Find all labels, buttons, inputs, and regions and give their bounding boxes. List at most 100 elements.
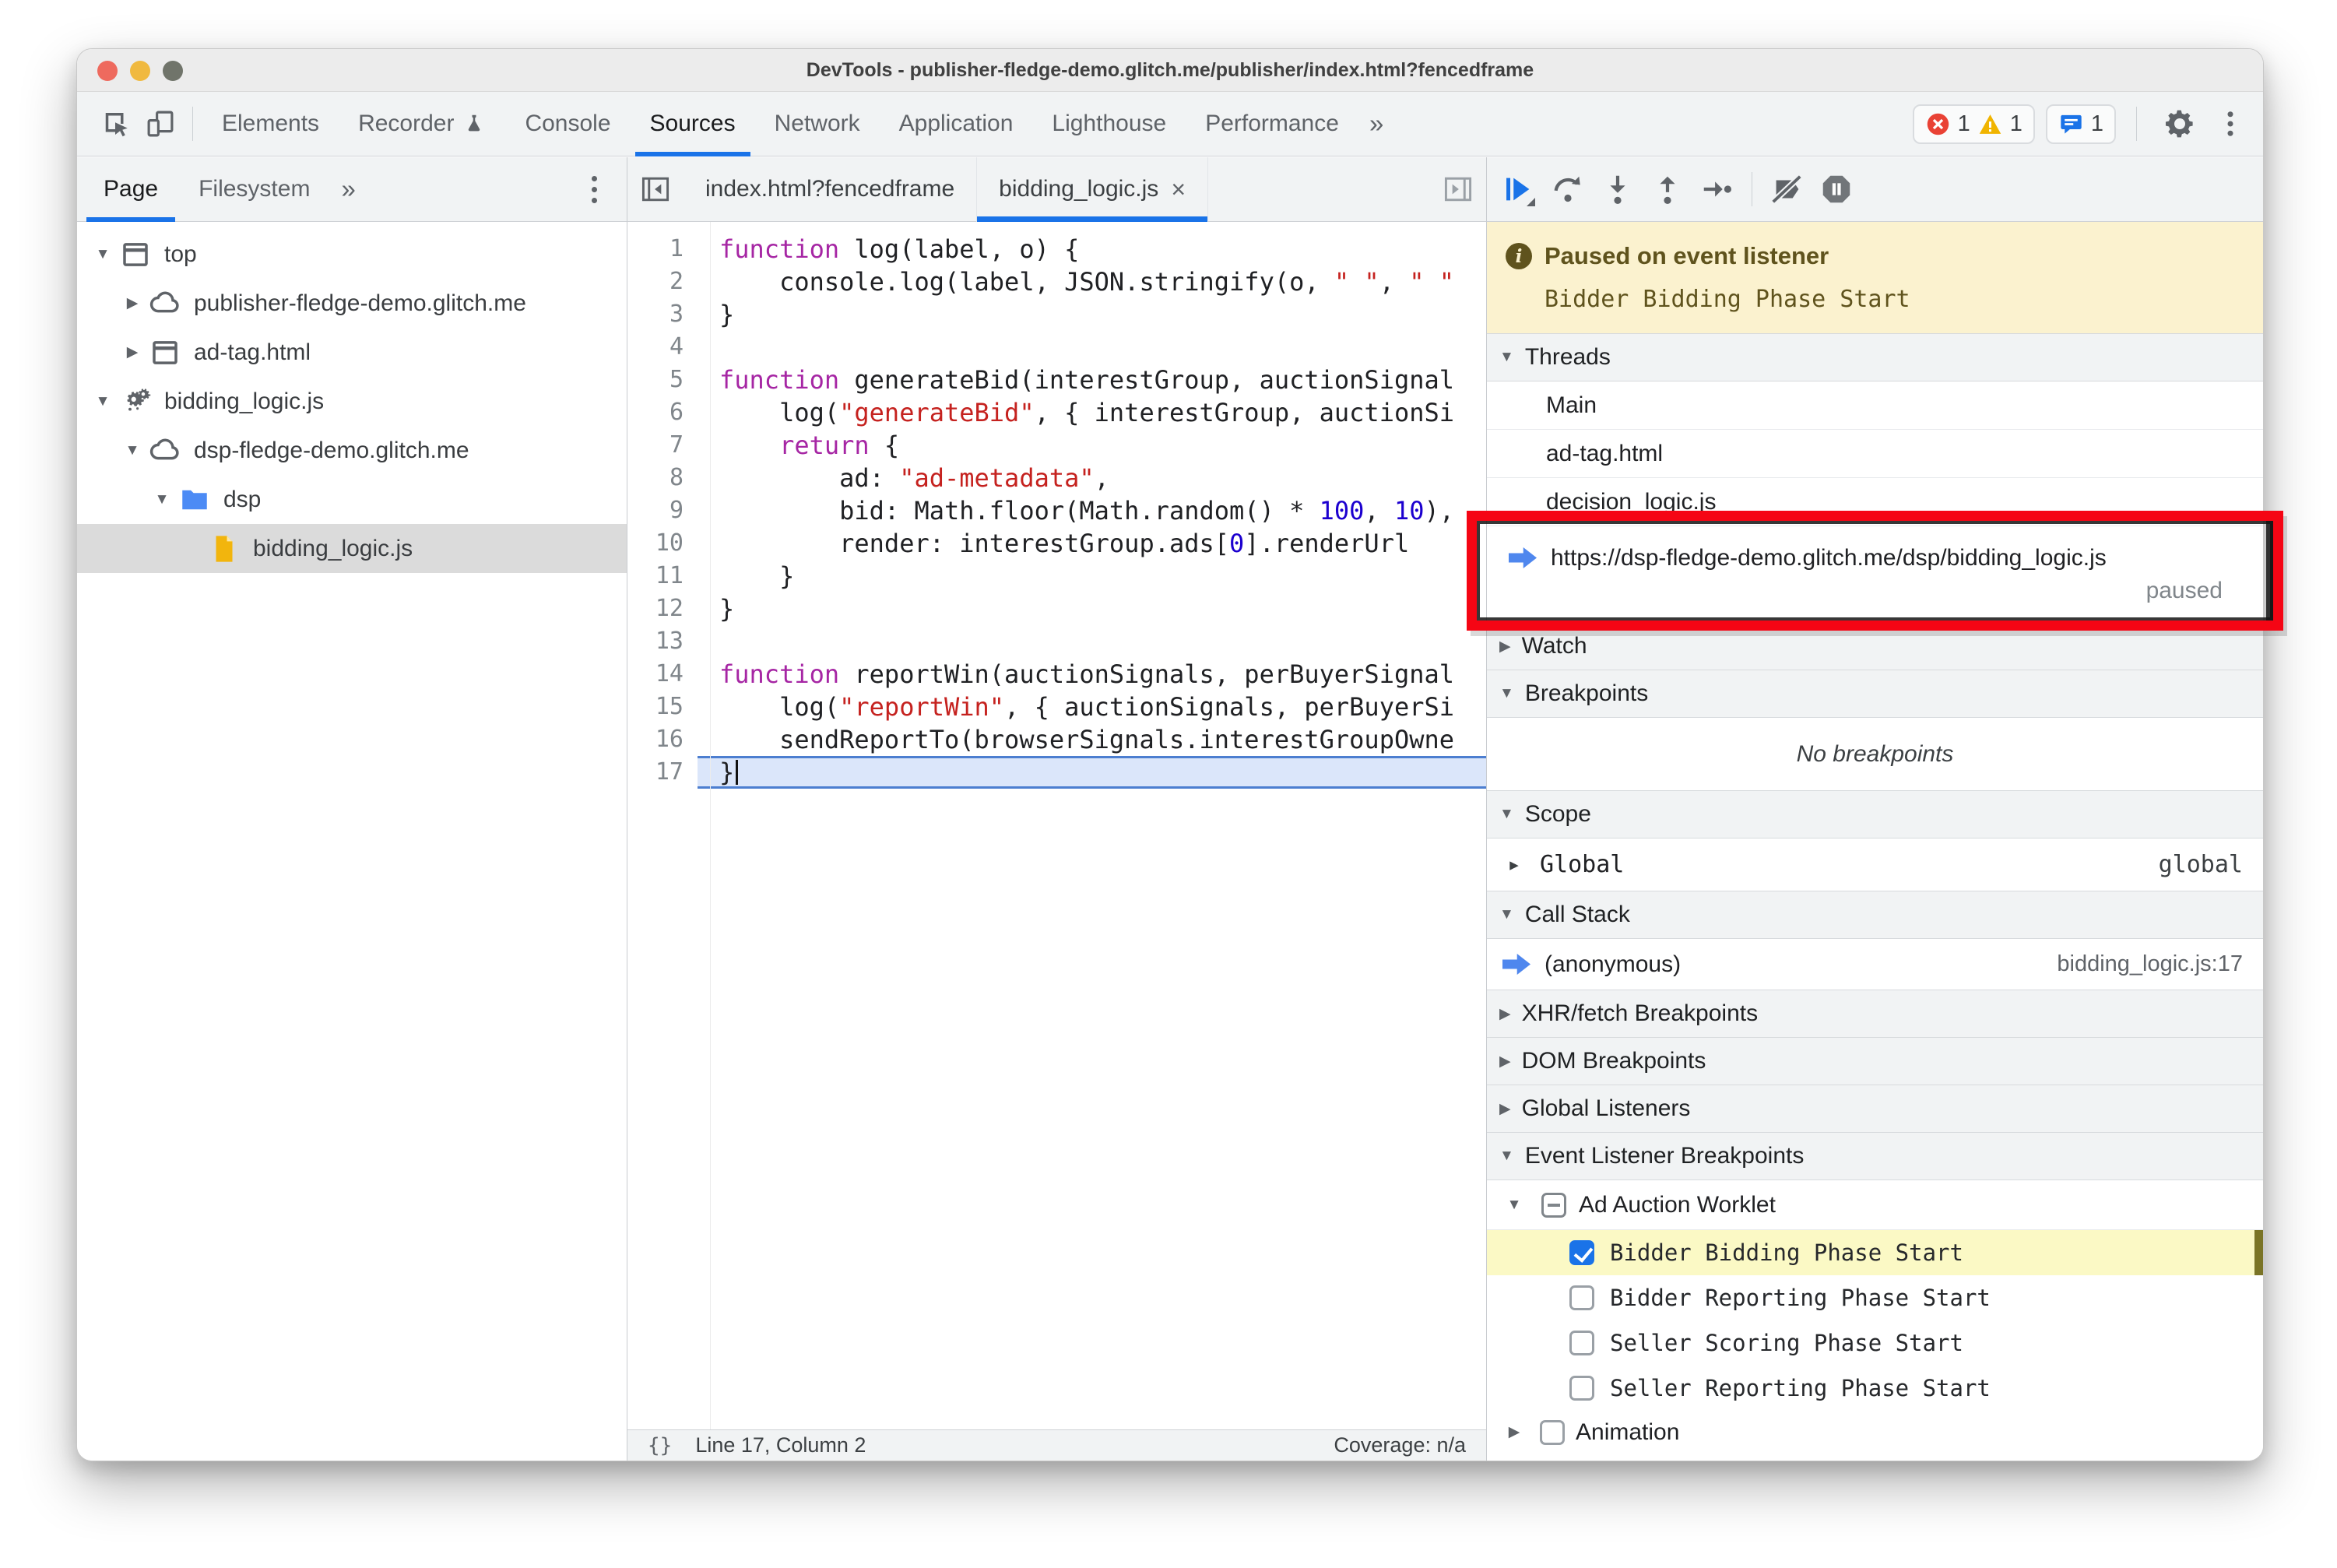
- line-number[interactable]: 14: [627, 658, 698, 691]
- panel-tab-lighthouse[interactable]: Lighthouse: [1032, 92, 1186, 156]
- line-number[interactable]: 15: [627, 691, 698, 723]
- panel-tab-console[interactable]: Console: [505, 92, 630, 156]
- threads-section-header[interactable]: ▼ Threads: [1487, 333, 2263, 381]
- panel-tab-sources[interactable]: Sources: [631, 92, 755, 156]
- tree-item-ad-tag-html[interactable]: ▶ ad-tag.html: [77, 328, 627, 377]
- breakpoint-label: Seller Reporting Phase Start: [1610, 1375, 1991, 1401]
- collapse-triangle-icon[interactable]: ▼: [118, 442, 147, 459]
- line-number[interactable]: 1: [627, 233, 698, 265]
- step-over-icon[interactable]: [1543, 164, 1593, 214]
- line-number[interactable]: 7: [627, 429, 698, 462]
- unchecked-checkbox[interactable]: [1540, 1419, 1565, 1445]
- collapse-triangle-icon[interactable]: ▼: [88, 246, 118, 263]
- scope-global-row[interactable]: ▶ Global global: [1487, 838, 2263, 891]
- watch-section-header[interactable]: ▶ Watch: [1487, 622, 2263, 670]
- breakpoints-section-header[interactable]: ▼ Breakpoints: [1487, 670, 2263, 718]
- breakpoint-seller-reporting-phase-start[interactable]: Seller Reporting Phase Start: [1487, 1366, 2263, 1411]
- line-number[interactable]: 4: [627, 331, 698, 364]
- zoom-window-button[interactable]: [163, 61, 183, 81]
- issues-badge[interactable]: 1 1: [1912, 104, 2035, 144]
- active-thread-row[interactable]: https://dsp-fledge-demo.glitch.me/dsp/bi…: [1487, 526, 2263, 623]
- panel-tab-recorder[interactable]: Recorder: [339, 92, 505, 156]
- checked-checkbox[interactable]: [1569, 1240, 1594, 1265]
- more-panels-chevron[interactable]: »: [1358, 109, 1394, 139]
- event-listener-breakpoints-section-header[interactable]: ▼ Event Listener Breakpoints: [1487, 1132, 2263, 1180]
- ad-auction-worklet-row[interactable]: ▼ Ad Auction Worklet: [1487, 1180, 2263, 1230]
- tab-filesystem[interactable]: Filesystem: [178, 157, 330, 222]
- tree-item-bidding-logic-js[interactable]: ▼ bidding_logic.js: [77, 377, 627, 426]
- indeterminate-checkbox[interactable]: [1541, 1192, 1566, 1218]
- line-number[interactable]: 16: [627, 723, 698, 756]
- device-toolbar-icon[interactable]: [138, 101, 183, 146]
- highlight-edge-bar: [2254, 1230, 2263, 1275]
- minimize-window-button[interactable]: [130, 61, 150, 81]
- line-number[interactable]: 17: [627, 756, 698, 789]
- inspect-element-icon[interactable]: [93, 101, 138, 146]
- code-text: function reportWin(auctionSignals, perBu…: [719, 659, 1455, 689]
- panel-tab-network[interactable]: Network: [755, 92, 880, 156]
- dom-breakpoints-section-header[interactable]: ▶ DOM Breakpoints: [1487, 1037, 2263, 1085]
- pause-on-exceptions-icon[interactable]: [1812, 164, 1861, 214]
- thread-item-main[interactable]: Main: [1487, 381, 2263, 430]
- close-tab-icon[interactable]: ×: [1171, 175, 1186, 204]
- code-editor[interactable]: 1 function log(label, o) {2 console.log(l…: [627, 222, 1486, 1429]
- line-number[interactable]: 8: [627, 462, 698, 494]
- xhr-breakpoints-section-header[interactable]: ▶ XHR/fetch Breakpoints: [1487, 990, 2263, 1038]
- navigator-menu-kebab-icon[interactable]: [578, 175, 610, 203]
- hide-navigator-icon[interactable]: [627, 157, 684, 222]
- editor-tab-bidding-logic-js[interactable]: bidding_logic.js ×: [977, 156, 1208, 222]
- resume-script-icon[interactable]: [1493, 164, 1543, 214]
- devtools-menu-kebab-icon[interactable]: [2213, 101, 2247, 146]
- messages-badge[interactable]: 1: [2045, 104, 2116, 144]
- panel-tab-label: Elements: [222, 111, 320, 136]
- expand-triangle-icon[interactable]: ▶: [118, 294, 147, 312]
- show-debugger-icon[interactable]: [1430, 157, 1486, 222]
- unchecked-checkbox[interactable]: [1569, 1376, 1594, 1401]
- event-category-canvas[interactable]: ▶Canvas: [1487, 1454, 2263, 1461]
- collapse-triangle-icon[interactable]: ▼: [147, 491, 177, 508]
- tab-page[interactable]: Page: [83, 157, 178, 222]
- line-number[interactable]: 9: [627, 494, 698, 527]
- tree-item-dsp-fledge-demo-glitch-me[interactable]: ▼ dsp-fledge-demo.glitch.me: [77, 426, 627, 475]
- breakpoint-bidder-reporting-phase-start[interactable]: Bidder Reporting Phase Start: [1487, 1275, 2263, 1320]
- scope-section-header[interactable]: ▼ Scope: [1487, 790, 2263, 838]
- thread-item-ad-tag-html[interactable]: ad-tag.html: [1487, 430, 2263, 478]
- call-stack-frame-row[interactable]: (anonymous) bidding_logic.js:17: [1487, 939, 2263, 990]
- line-number[interactable]: 5: [627, 364, 698, 396]
- pretty-print-icon[interactable]: {}: [648, 1434, 672, 1457]
- more-navigator-tabs-chevron[interactable]: »: [330, 174, 366, 204]
- line-number[interactable]: 12: [627, 592, 698, 625]
- cloud-icon: [149, 438, 179, 459]
- global-listeners-section-header[interactable]: ▶ Global Listeners: [1487, 1085, 2263, 1133]
- event-category-animation[interactable]: ▶ Animation: [1487, 1411, 2263, 1454]
- breakpoint-bidder-bidding-phase-start[interactable]: Bidder Bidding Phase Start: [1487, 1230, 2263, 1275]
- line-number[interactable]: 13: [627, 625, 698, 658]
- step-into-icon[interactable]: [1593, 164, 1643, 214]
- tree-item-top[interactable]: ▼ top: [77, 230, 627, 279]
- step-icon[interactable]: [1692, 164, 1742, 214]
- line-number[interactable]: 2: [627, 265, 698, 298]
- settings-gear-icon[interactable]: [2157, 101, 2202, 146]
- call-stack-section-header[interactable]: ▼ Call Stack: [1487, 891, 2263, 939]
- step-out-icon[interactable]: [1643, 164, 1692, 214]
- close-window-button[interactable]: [97, 61, 118, 81]
- editor-tab-index-html-fencedframe[interactable]: index.html?fencedframe: [684, 156, 978, 222]
- unchecked-checkbox[interactable]: [1569, 1331, 1594, 1355]
- expand-triangle-icon[interactable]: ▶: [1499, 1423, 1529, 1441]
- expand-triangle-icon[interactable]: ▶: [118, 343, 147, 361]
- collapse-triangle-icon[interactable]: ▼: [88, 393, 118, 410]
- tree-item-publisher-fledge-demo-glitch-me[interactable]: ▶ publisher-fledge-demo.glitch.me: [77, 279, 627, 328]
- line-number[interactable]: 3: [627, 298, 698, 331]
- thread-item-decision-logic-js[interactable]: decision_logic.js: [1487, 478, 2263, 526]
- unchecked-checkbox[interactable]: [1569, 1285, 1594, 1310]
- panel-tab-elements[interactable]: Elements: [202, 92, 339, 156]
- breakpoint-seller-scoring-phase-start[interactable]: Seller Scoring Phase Start: [1487, 1320, 2263, 1366]
- panel-tab-application[interactable]: Application: [880, 92, 1033, 156]
- deactivate-breakpoints-icon[interactable]: [1762, 164, 1812, 214]
- line-number[interactable]: 11: [627, 560, 698, 592]
- tree-item-bidding-logic-js[interactable]: bidding_logic.js: [77, 524, 627, 573]
- line-number[interactable]: 6: [627, 396, 698, 429]
- tree-item-dsp[interactable]: ▼ dsp: [77, 475, 627, 524]
- line-number[interactable]: 10: [627, 527, 698, 560]
- panel-tab-performance[interactable]: Performance: [1186, 92, 1358, 156]
